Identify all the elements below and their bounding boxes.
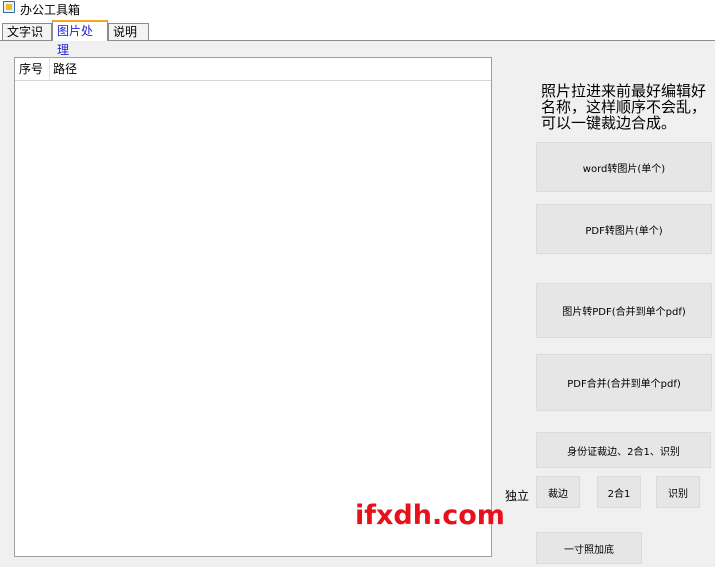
title-bar: 办公工具箱 bbox=[0, 0, 715, 17]
image-to-pdf-button[interactable]: 图片转PDF(合并到单个pdf) bbox=[536, 283, 712, 338]
column-index[interactable]: 序号 bbox=[15, 58, 50, 80]
file-list-header: 序号 路径 bbox=[15, 58, 491, 81]
independent-label: 独立 bbox=[505, 489, 530, 503]
pdf-to-image-button[interactable]: PDF转图片(单个) bbox=[536, 204, 712, 254]
tab-strip: 文字识别 图片处理 说明 bbox=[0, 20, 715, 57]
crop-button[interactable]: 裁边 bbox=[536, 476, 580, 508]
tab-text-recognition[interactable]: 文字识别 bbox=[2, 23, 52, 56]
idcard-process-button[interactable]: 身份证裁边、2合1、识别 bbox=[536, 432, 711, 468]
pdf-merge-button[interactable]: PDF合并(合并到单个pdf) bbox=[536, 354, 712, 411]
tab-instructions[interactable]: 说明 bbox=[108, 23, 149, 40]
two-in-one-button[interactable]: 2合1 bbox=[597, 476, 641, 508]
tab-image-processing[interactable]: 图片处理 bbox=[52, 20, 108, 57]
hint-text: 照片拉进来前最好编辑好名称，这样顺序不会乱，可以一键裁边合成。 bbox=[541, 82, 707, 132]
window-title: 办公工具箱 bbox=[20, 3, 81, 17]
one-inch-photo-bg-button[interactable]: 一寸照加底 bbox=[536, 532, 642, 564]
file-list[interactable]: 序号 路径 bbox=[14, 57, 492, 557]
column-path[interactable]: 路径 bbox=[50, 58, 491, 80]
watermark-text: ifxdh.com bbox=[355, 500, 505, 531]
recognize-button[interactable]: 识别 bbox=[656, 476, 700, 508]
app-icon bbox=[3, 1, 15, 13]
word-to-image-button[interactable]: word转图片(单个) bbox=[536, 142, 712, 192]
